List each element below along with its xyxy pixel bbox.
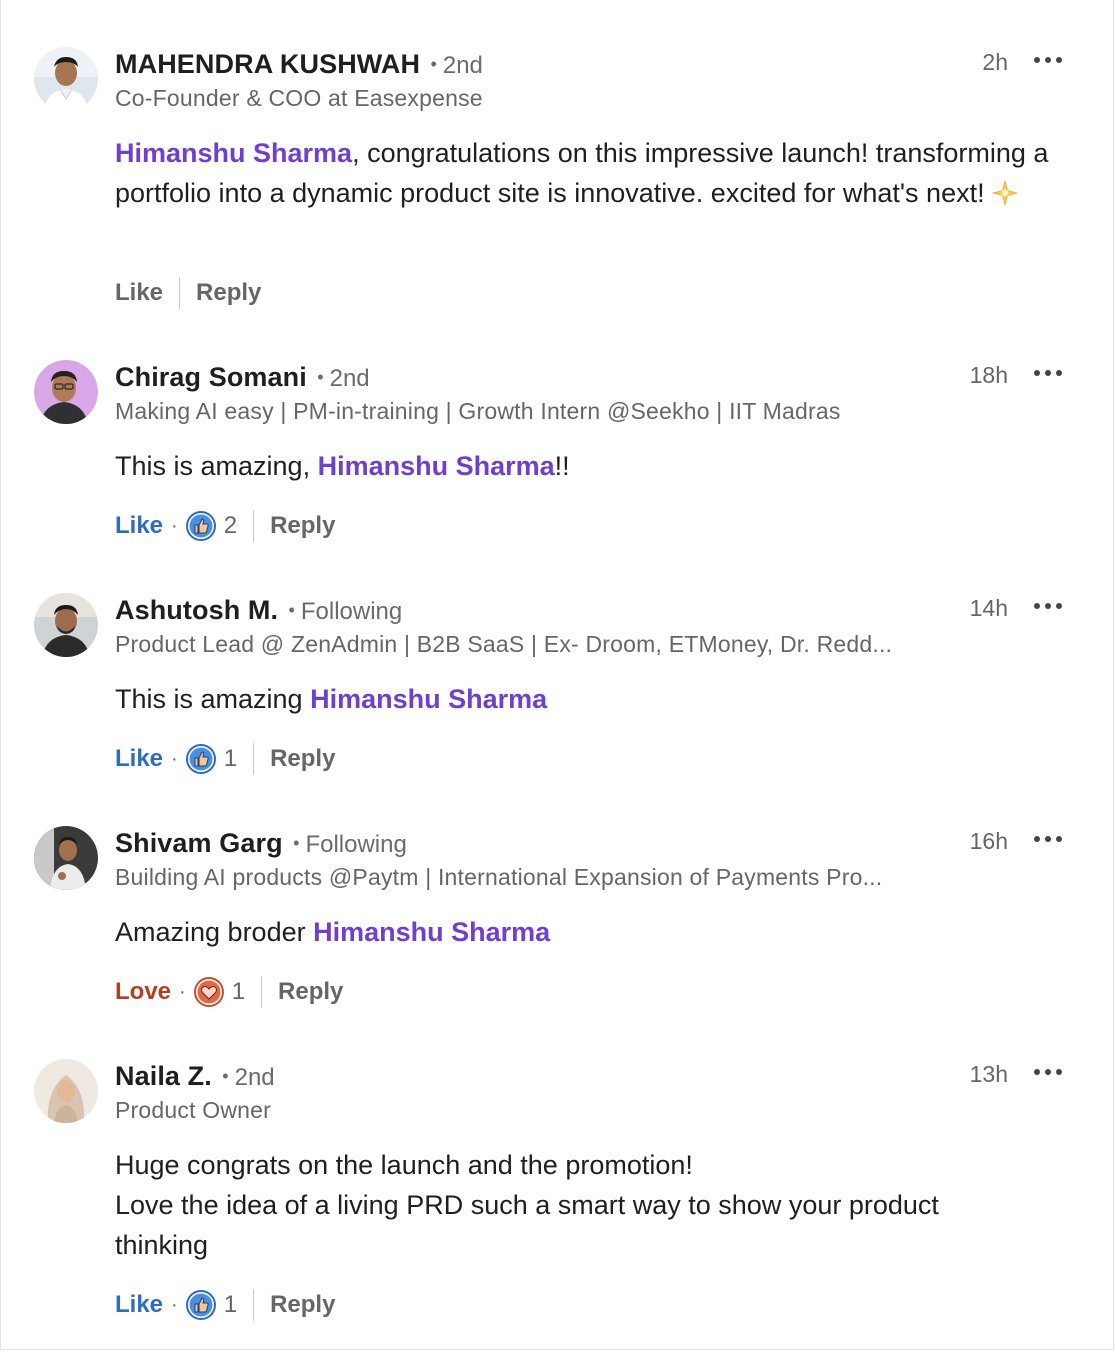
connection-degree: • 2nd (317, 365, 370, 392)
author-headline: Making AI easy | PM-in-training | Growth… (115, 398, 841, 424)
comment-timestamp: 2h (982, 49, 1008, 75)
author-headline: Product Lead @ ZenAdmin | B2B SaaS | Ex-… (115, 631, 893, 657)
author-headline: Product Owner (115, 1097, 271, 1123)
avatar[interactable] (34, 47, 98, 111)
mention-link[interactable]: Himanshu Sharma (115, 138, 352, 168)
mention-link[interactable]: Himanshu Sharma (310, 684, 547, 714)
connection-degree: • 2nd (222, 1064, 275, 1091)
author-name[interactable]: MAHENDRA KUSHWAH (115, 49, 420, 79)
comment-author-line: MAHENDRA KUSHWAH • 2nd (115, 49, 483, 80)
author-headline: Co-Founder & COO at Easexpense (115, 85, 483, 111)
comment-author-line: Shivam Garg • Following (115, 828, 407, 859)
comment-text: This is amazing, Himanshu Sharma!! (115, 451, 570, 481)
comment-actions: Like · 1 Reply (115, 1288, 335, 1322)
more-options-icon[interactable] (1032, 593, 1064, 617)
sparkle-star-icon (991, 177, 1019, 217)
divider (253, 510, 255, 542)
like-button[interactable]: Like (115, 512, 163, 540)
reply-button[interactable]: Reply (270, 745, 335, 773)
avatar[interactable] (34, 1059, 98, 1123)
comment-text: This is amazing Himanshu Sharma (115, 684, 548, 714)
avatar[interactable] (34, 360, 98, 424)
reaction-count[interactable]: 2 (224, 512, 237, 540)
comment-actions: Like · 1 Reply (115, 742, 335, 776)
connection-degree: • Following (293, 831, 407, 858)
comment-text: Huge congrats on the launch and the prom… (115, 1150, 939, 1260)
avatar[interactable] (34, 826, 98, 890)
comment-author-line: Naila Z. • 2nd (115, 1061, 275, 1092)
like-reaction-icon (185, 511, 216, 541)
divider (253, 1289, 255, 1321)
comment-text: Himanshu Sharma, congratulations on this… (115, 133, 1075, 217)
reaction-count[interactable]: 1 (224, 1291, 237, 1319)
comment-actions: Like · 2 Reply (115, 509, 335, 543)
reply-button[interactable]: Reply (270, 1291, 335, 1319)
mention-link[interactable]: Himanshu Sharma (318, 451, 555, 481)
connection-degree: • 2nd (430, 52, 483, 79)
comment-actions: Like Reply (115, 276, 261, 310)
reply-button[interactable]: Reply (270, 512, 335, 540)
author-headline: Building AI products @Paytm | Internatio… (115, 864, 883, 890)
author-name[interactable]: Shivam Garg (115, 828, 283, 858)
divider (261, 976, 263, 1008)
comment-author-line: Ashutosh M. • Following (115, 595, 402, 626)
love-button[interactable]: Love (115, 978, 171, 1006)
comment-actions: Love · 1 Reply (115, 975, 343, 1009)
like-button[interactable]: Like (115, 1291, 163, 1319)
reply-button[interactable]: Reply (196, 279, 261, 307)
reaction-count[interactable]: 1 (232, 978, 245, 1006)
comment-timestamp: 18h (969, 362, 1008, 388)
more-options-icon[interactable] (1032, 826, 1064, 850)
comment-timestamp: 13h (969, 1061, 1008, 1087)
more-options-icon[interactable] (1032, 360, 1064, 384)
author-name[interactable]: Chirag Somani (115, 362, 307, 392)
like-reaction-icon (185, 1290, 216, 1320)
more-options-icon[interactable] (1032, 1059, 1064, 1083)
author-name[interactable]: Ashutosh M. (115, 595, 278, 625)
connection-degree: • Following (288, 598, 403, 625)
divider (179, 277, 181, 309)
divider (253, 743, 255, 775)
reply-button[interactable]: Reply (278, 978, 343, 1006)
like-reaction-icon (185, 744, 216, 774)
comment-timestamp: 14h (969, 595, 1008, 621)
like-button[interactable]: Like (115, 745, 163, 773)
comment-text: Amazing broder Himanshu Sharma (115, 917, 551, 947)
mention-link[interactable]: Himanshu Sharma (313, 917, 550, 947)
author-name[interactable]: Naila Z. (115, 1061, 212, 1091)
more-options-icon[interactable] (1032, 47, 1064, 71)
reaction-count[interactable]: 1 (224, 745, 237, 773)
love-reaction-icon (193, 977, 224, 1007)
avatar[interactable] (34, 593, 98, 657)
comment-timestamp: 16h (969, 828, 1008, 854)
comment-author-line: Chirag Somani • 2nd (115, 362, 370, 393)
like-button[interactable]: Like (115, 279, 163, 307)
